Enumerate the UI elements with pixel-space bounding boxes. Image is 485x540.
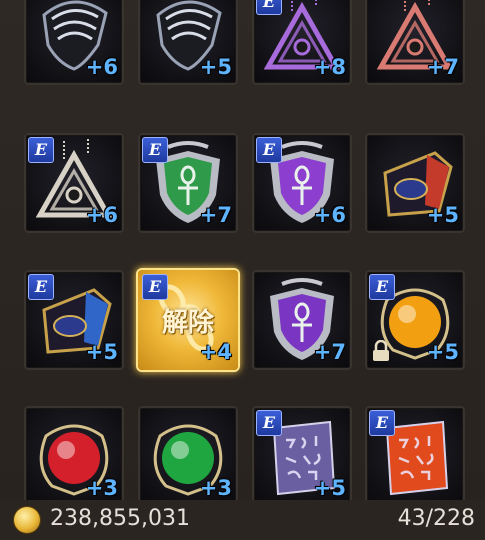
inventory-slot[interactable]: E <box>365 406 465 506</box>
inventory-capacity: 43/228 <box>397 506 475 531</box>
inventory-slot[interactable]: 解除 E +4 <box>138 270 238 370</box>
equipped-badge: E <box>142 137 168 163</box>
inventory-grid: +6 +5 E +8 +7 E +6 E +7 E +6 +5 E +5 解除 … <box>0 0 485 506</box>
inventory-slot[interactable]: +3 <box>138 406 238 506</box>
enhance-level: +5 <box>426 340 459 364</box>
enhance-level: +7 <box>313 340 346 364</box>
inventory-slot[interactable]: E +5 <box>365 270 465 370</box>
enhance-level: +7 <box>426 55 459 79</box>
inventory-slot[interactable]: +7 <box>252 270 352 370</box>
equipped-badge: E <box>142 274 168 300</box>
enhance-level: +6 <box>85 203 118 227</box>
enhance-level: +5 <box>199 55 232 79</box>
inventory-slot[interactable]: E +5 <box>252 406 352 506</box>
inventory-slot[interactable]: E +8 <box>252 0 352 85</box>
inventory-slot[interactable]: E +7 <box>138 133 238 233</box>
enhance-level: +7 <box>199 203 232 227</box>
equipped-badge: E <box>369 274 395 300</box>
enhance-level: +4 <box>199 340 232 364</box>
gold-coin-icon <box>14 507 40 533</box>
unlock-label: 解除 <box>161 308 214 338</box>
enhance-level: +5 <box>313 476 346 500</box>
enhance-level: +8 <box>313 55 346 79</box>
equipped-badge: E <box>256 410 282 436</box>
lock-icon <box>371 339 391 362</box>
equipped-badge: E <box>256 137 282 163</box>
inventory-slot[interactable]: +5 <box>138 0 238 85</box>
enhance-level: +3 <box>199 476 232 500</box>
enhance-level: +6 <box>313 203 346 227</box>
equipped-badge: E <box>256 0 282 15</box>
inventory-slot[interactable]: E +5 <box>24 270 124 370</box>
inventory-slot[interactable]: +5 <box>365 133 465 233</box>
inventory-slot[interactable]: E +6 <box>24 133 124 233</box>
equipped-badge: E <box>369 410 395 436</box>
enhance-level: +5 <box>85 340 118 364</box>
inventory-footer: 238,855,031 43/228 <box>0 500 485 540</box>
gold-amount: 238,855,031 <box>50 506 190 531</box>
inventory-slot[interactable]: +3 <box>24 406 124 506</box>
enhance-level: +3 <box>85 476 118 500</box>
inventory-slot[interactable]: +7 <box>365 0 465 85</box>
equipped-badge: E <box>28 274 54 300</box>
equipped-badge: E <box>28 137 54 163</box>
enhance-level: +6 <box>85 55 118 79</box>
enhance-level: +5 <box>426 203 459 227</box>
inventory-slot[interactable]: +6 <box>24 0 124 85</box>
inventory-slot[interactable]: E +6 <box>252 133 352 233</box>
